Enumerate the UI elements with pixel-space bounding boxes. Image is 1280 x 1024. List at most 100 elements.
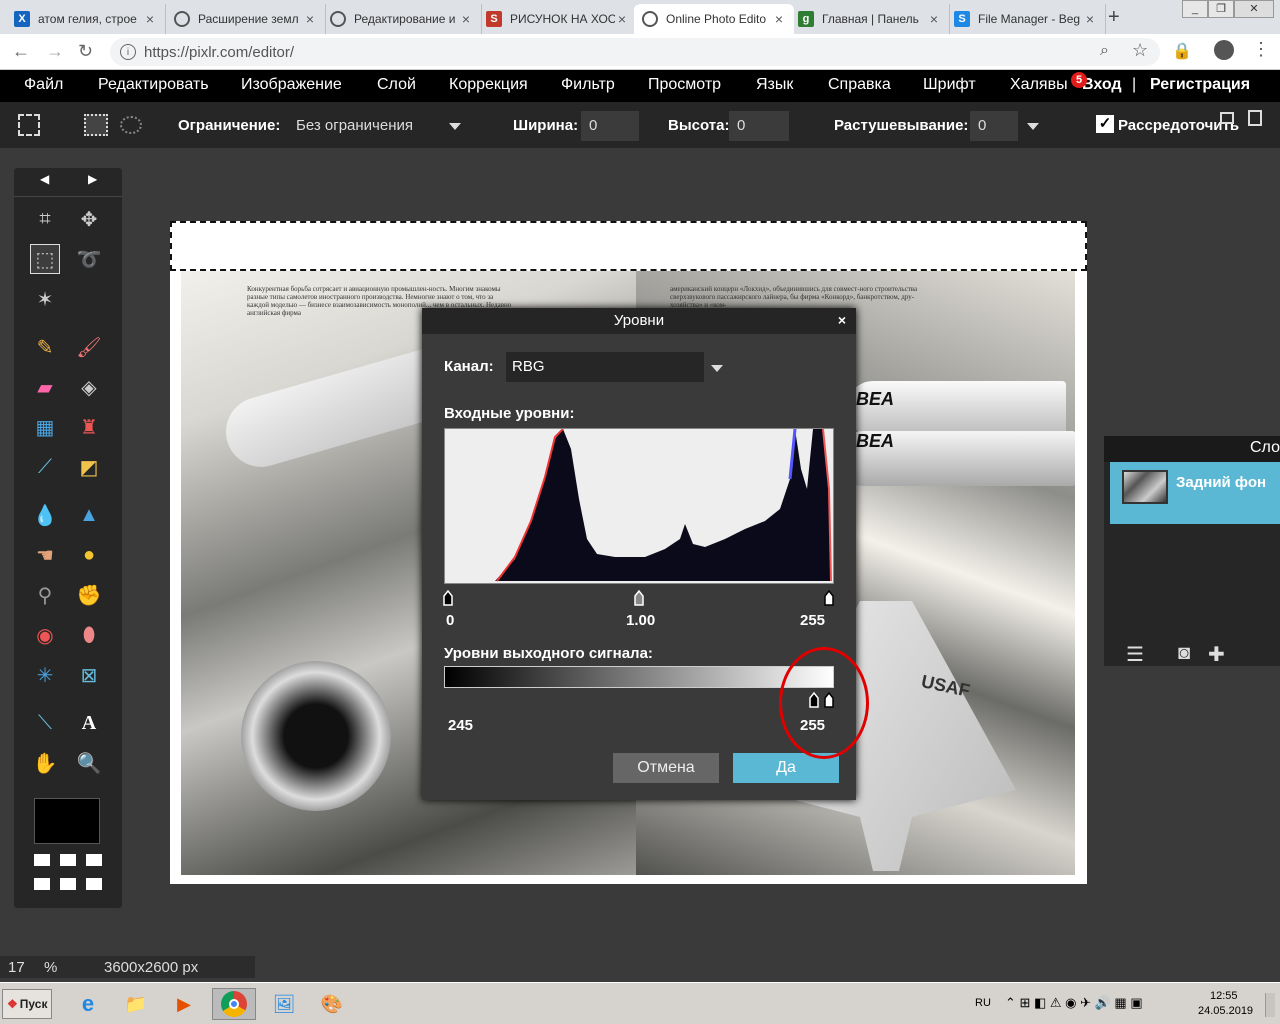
clone-stamp-icon[interactable]: ♜ xyxy=(74,412,104,442)
zoom-icon[interactable]: ⌕ xyxy=(1100,42,1109,60)
eraser-tool-icon[interactable]: ▰ xyxy=(30,372,60,402)
move-tool-icon[interactable]: ✥ xyxy=(74,204,104,234)
close-tab-icon[interactable]: × xyxy=(615,11,629,27)
reload-icon[interactable]: ↻ xyxy=(78,41,93,62)
restore-icon[interactable]: ❐ xyxy=(1208,0,1234,18)
lasso-tool-icon[interactable]: ➰ xyxy=(74,244,104,274)
spot-heal-icon[interactable]: ⬮ xyxy=(74,620,104,650)
primary-color-swatch[interactable] xyxy=(34,798,100,844)
menu-filter[interactable]: Фильтр xyxy=(561,76,615,94)
eyedropper-icon[interactable]: ⟍ xyxy=(30,708,60,738)
ellipse-select-icon[interactable] xyxy=(120,116,142,134)
input-black-slider[interactable] xyxy=(442,589,454,606)
browser-tab[interactable]: Расширение земл × xyxy=(166,4,326,34)
panel-restore-icon[interactable] xyxy=(1220,112,1234,124)
sharpen-tool-icon[interactable]: ▲ xyxy=(74,500,104,530)
new-tab-button[interactable]: + xyxy=(1108,6,1120,29)
close-tab-icon[interactable]: × xyxy=(143,11,157,27)
close-tab-icon[interactable]: × xyxy=(927,11,941,27)
minimize-icon[interactable]: _ xyxy=(1182,0,1208,18)
toolbox-prev-icon[interactable]: ◀ xyxy=(40,172,49,194)
close-icon[interactable]: × xyxy=(838,312,846,328)
layer-settings-icon[interactable]: ☰ xyxy=(1126,642,1144,667)
menu-font[interactable]: Шрифт xyxy=(923,76,976,94)
marquee-tool-icon[interactable] xyxy=(18,114,40,136)
more-menu-icon[interactable]: ⋮ xyxy=(1252,39,1270,60)
browser-tab[interactable]: S File Manager - Beg × xyxy=(946,4,1106,34)
crop-tool-icon[interactable]: ⌗ xyxy=(30,204,60,234)
toolbox-next-icon[interactable]: ▶ xyxy=(88,172,97,194)
chevron-down-icon[interactable] xyxy=(711,365,723,372)
red-eye-icon[interactable]: ◉ xyxy=(30,620,60,650)
menu-file[interactable]: Файл xyxy=(24,76,63,94)
bloat-tool-icon[interactable]: ✳ xyxy=(30,660,60,690)
paint-bucket-icon[interactable]: ◈ xyxy=(74,372,104,402)
menu-adjust[interactable]: Коррекция xyxy=(449,76,528,94)
burn-tool-icon[interactable]: ✊ xyxy=(74,580,104,610)
menu-edit[interactable]: Редактировать xyxy=(98,76,209,94)
input-white-slider[interactable] xyxy=(823,589,835,606)
width-input[interactable]: 0 xyxy=(581,111,639,141)
magic-wand-icon[interactable]: ✶ xyxy=(30,284,60,314)
grid-view-icon[interactable] xyxy=(34,854,104,894)
info-icon[interactable]: i xyxy=(120,44,136,60)
lock-icon[interactable]: 🔒 xyxy=(1172,41,1192,61)
profile-avatar-icon[interactable] xyxy=(1214,40,1234,60)
brush-tool-icon[interactable]: 🖌 xyxy=(74,332,104,362)
feather-input[interactable]: 0 xyxy=(970,111,1018,141)
selection-marquee[interactable] xyxy=(170,221,1087,271)
browser-tab-active[interactable]: Online Photo Edito × xyxy=(634,4,794,34)
back-icon[interactable]: ← xyxy=(12,41,30,62)
chrome-icon[interactable] xyxy=(212,988,256,1020)
drawing-tool-icon[interactable]: ◩ xyxy=(74,452,104,482)
zoom-tool-icon[interactable]: 🔍 xyxy=(74,748,104,778)
show-desktop-button[interactable] xyxy=(1265,993,1275,1017)
photo-viewer-icon[interactable]: 🖼 xyxy=(262,988,306,1020)
chevron-down-icon[interactable] xyxy=(1027,123,1039,130)
cancel-button[interactable]: Отмена xyxy=(613,753,719,783)
forward-icon[interactable]: → xyxy=(46,41,64,62)
language-indicator[interactable]: RU xyxy=(975,997,991,1009)
text-tool-icon[interactable]: A xyxy=(74,708,104,738)
input-gamma-slider[interactable] xyxy=(633,589,645,606)
menu-layer[interactable]: Слой xyxy=(377,76,416,94)
browser-tab[interactable]: S РИСУНОК НА ХОС × xyxy=(478,4,638,34)
pinch-tool-icon[interactable]: ⊠ xyxy=(74,660,104,690)
bookmark-star-icon[interactable]: ☆ xyxy=(1132,40,1148,61)
paint-icon[interactable]: 🎨 xyxy=(310,988,354,1020)
marquee-tool-icon[interactable]: ⬚ xyxy=(30,244,60,274)
smudge-tool-icon[interactable]: ☚ xyxy=(30,540,60,570)
gradient-tool-icon[interactable]: ▦ xyxy=(30,412,60,442)
hand-tool-icon[interactable]: ✋ xyxy=(30,748,60,778)
zoom-value[interactable]: 17 xyxy=(8,959,25,976)
height-input[interactable]: 0 xyxy=(729,111,789,141)
folder-icon[interactable]: 📁 xyxy=(114,988,158,1020)
rect-select-icon[interactable] xyxy=(84,114,108,136)
blur-tool-icon[interactable]: 💧 xyxy=(30,500,60,530)
close-tab-icon[interactable]: × xyxy=(772,11,786,27)
dodge-tool-icon[interactable]: ⚲ xyxy=(30,580,60,610)
url-field[interactable]: i https://pixlr.com/editor/ xyxy=(110,38,1160,66)
menu-image[interactable]: Изображение xyxy=(241,76,342,94)
new-layer-icon[interactable]: ✚ xyxy=(1208,642,1225,667)
close-tab-icon[interactable]: × xyxy=(459,11,473,27)
checkbox-checked-icon[interactable]: ✓ xyxy=(1096,115,1114,133)
register-link[interactable]: Регистрация xyxy=(1150,76,1250,94)
close-window-icon[interactable]: ✕ xyxy=(1234,0,1274,18)
menu-help[interactable]: Справка xyxy=(828,76,891,94)
constraint-select[interactable]: Без ограничения xyxy=(288,111,468,141)
sponge-tool-icon[interactable]: ● xyxy=(74,540,104,570)
start-button[interactable]: ❖ Пуск xyxy=(2,989,52,1019)
login-link[interactable]: Вход xyxy=(1082,76,1122,94)
tray-icons[interactable]: ⌃ ⊞ ◧ ⚠ ◉ ✈ 🔊 ▦ ▣ xyxy=(1005,995,1143,1011)
browser-tab[interactable]: X атом гелия, строе × xyxy=(6,4,166,34)
ie-icon[interactable]: e xyxy=(66,988,110,1020)
channel-select[interactable]: RBG xyxy=(506,352,704,382)
close-tab-icon[interactable]: × xyxy=(1083,11,1097,27)
pencil-tool-icon[interactable]: ✎ xyxy=(30,332,60,362)
color-replace-icon[interactable]: ⟋ xyxy=(30,452,60,482)
layer-row[interactable]: Задний фон xyxy=(1110,462,1280,524)
media-player-icon[interactable]: ▶ xyxy=(162,988,206,1020)
layer-mask-icon[interactable]: ◙ xyxy=(1178,642,1190,665)
chevron-down-icon[interactable] xyxy=(449,123,461,130)
